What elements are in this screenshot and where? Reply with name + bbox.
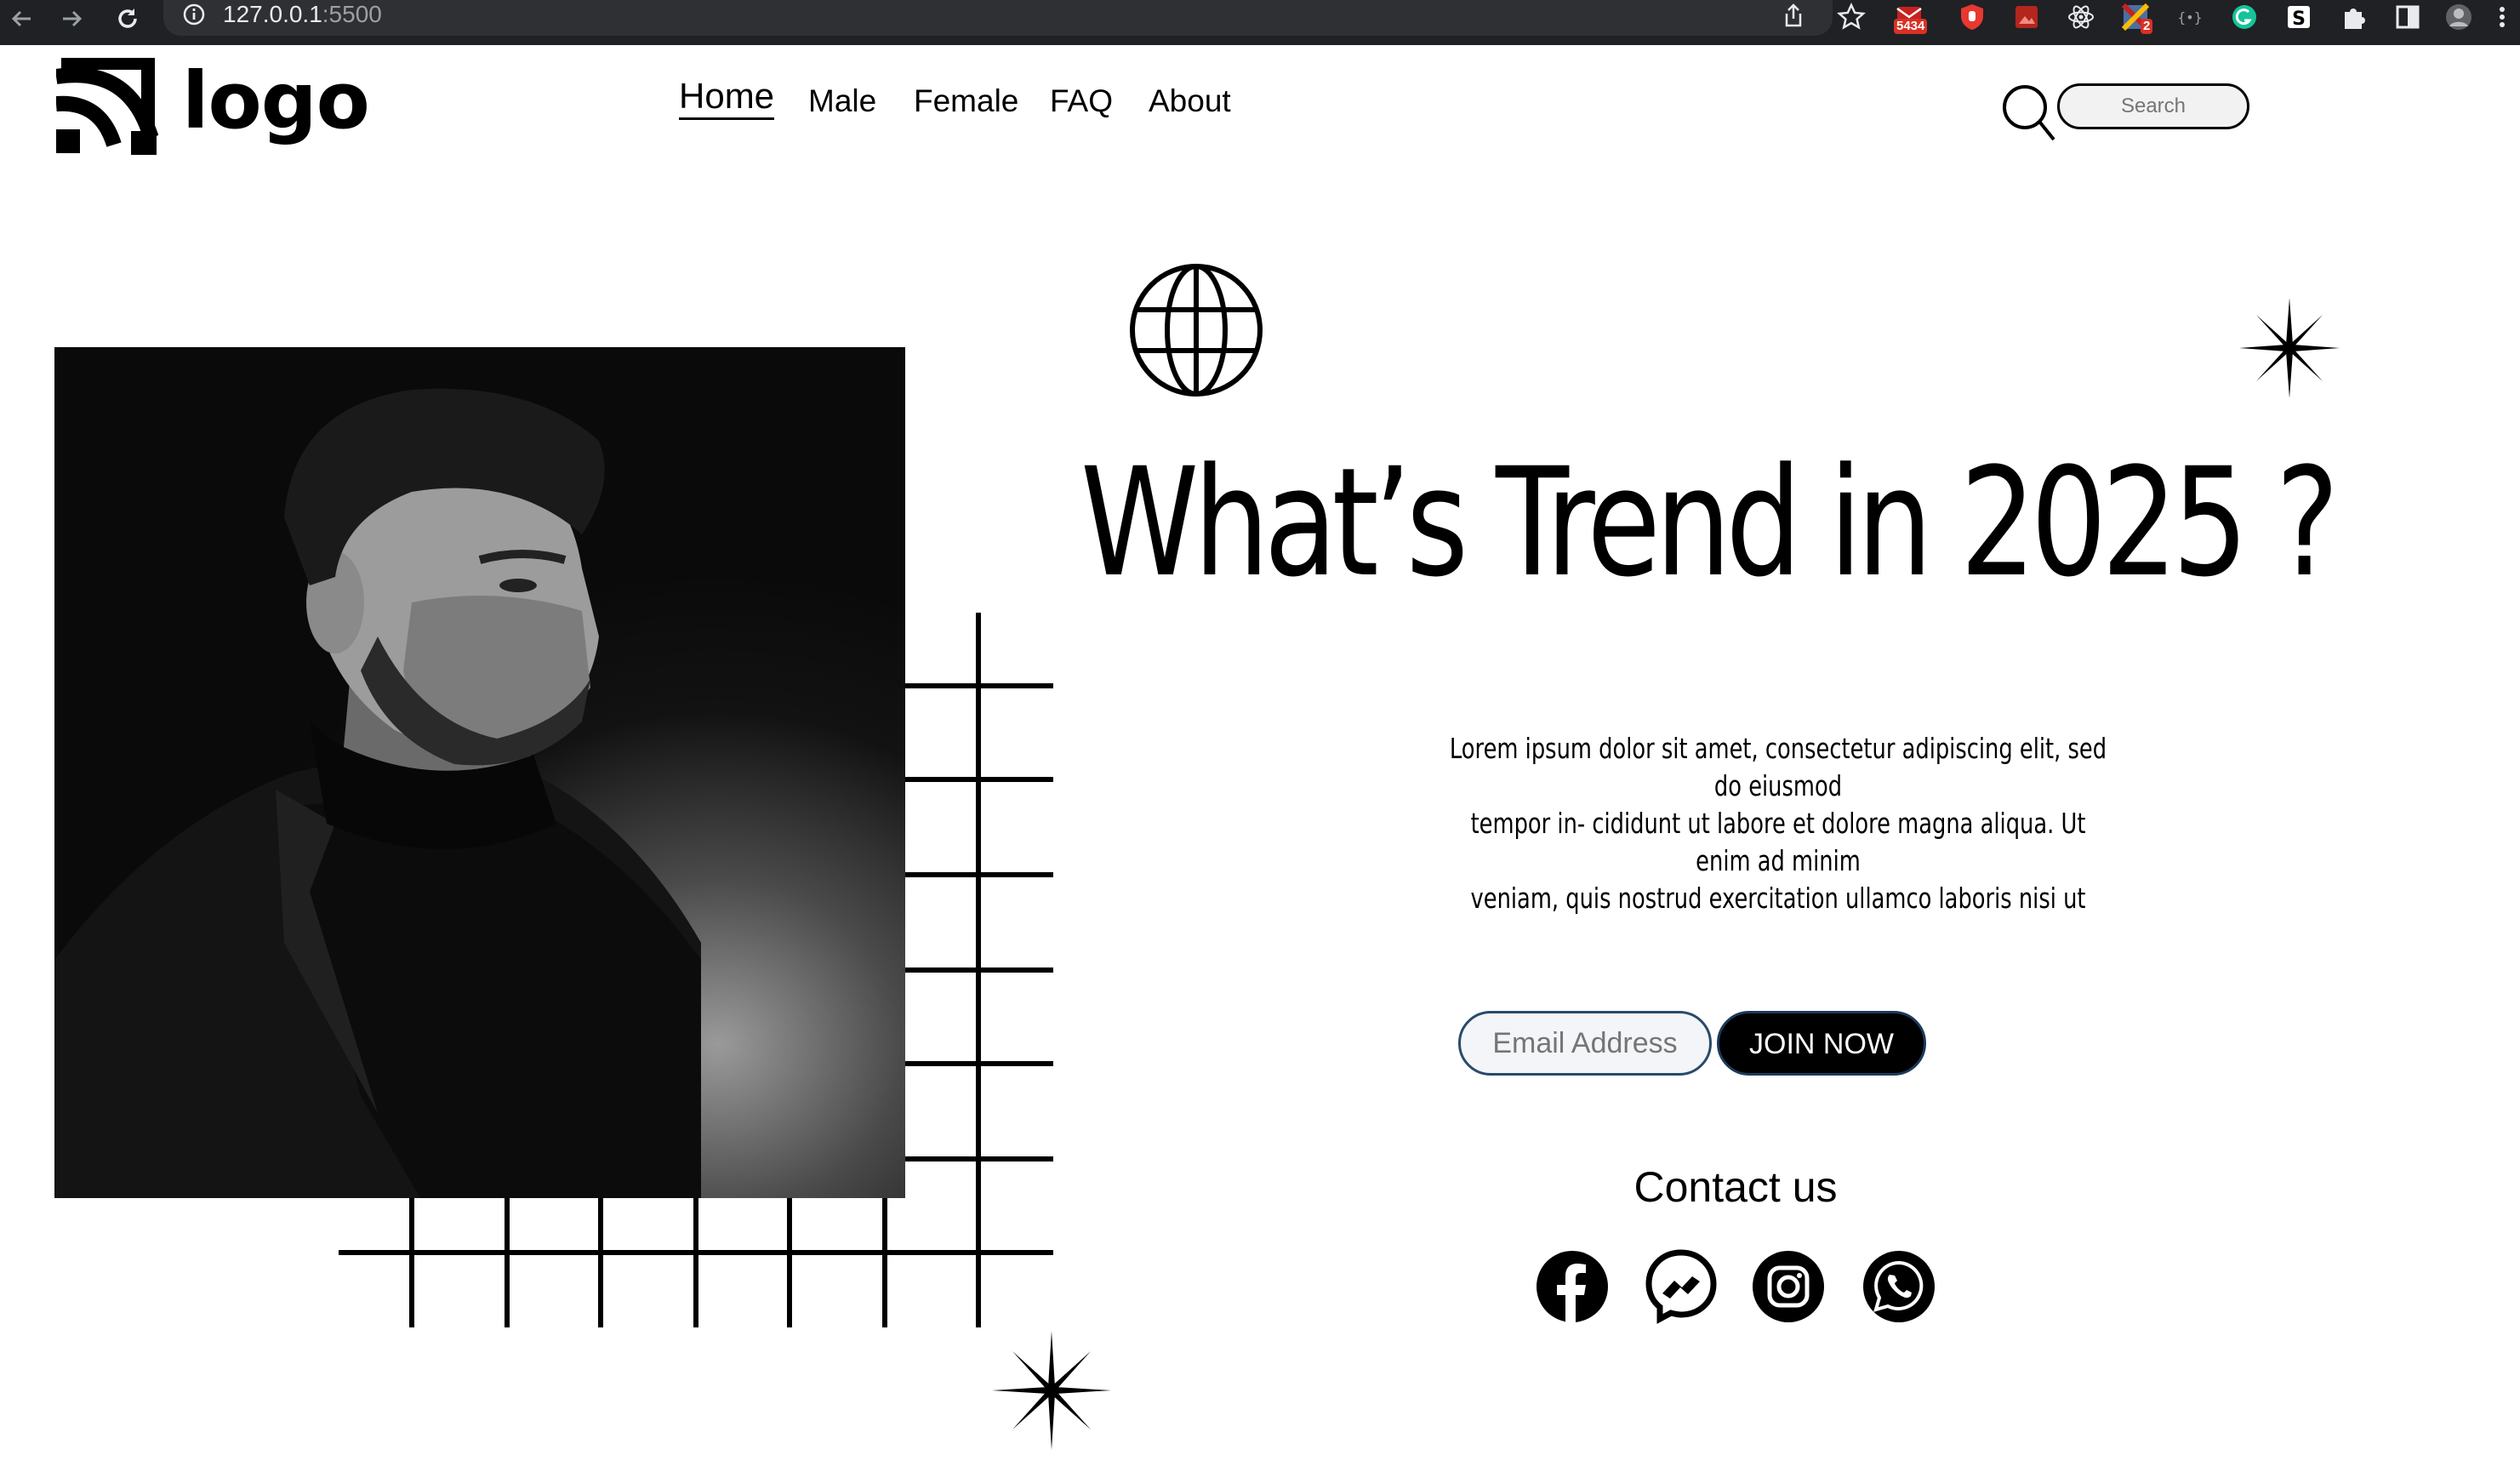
image-extension-icon[interactable] (2011, 2, 2042, 32)
react-devtools-icon[interactable] (2066, 2, 2096, 32)
translate-count-badge: 2 (2141, 19, 2153, 34)
back-icon[interactable] (5, 2, 39, 36)
description-line: tempor in- cididunt ut labore et dolore … (1470, 807, 2086, 877)
logo-mark-icon[interactable] (56, 56, 158, 157)
messenger-icon[interactable] (1644, 1249, 1719, 1324)
hero-description: Lorem ipsum dolor sit amet, consectetur … (1446, 730, 2110, 917)
browser-menu-icon[interactable] (2489, 2, 2515, 32)
site-info-icon[interactable] (182, 3, 206, 26)
search-icon[interactable] (2001, 82, 2055, 143)
extensions-puzzle-icon[interactable] (2338, 2, 2369, 32)
svg-text:S: S (2292, 9, 2306, 30)
braces-extension-icon[interactable]: {•} (2175, 2, 2205, 32)
search-input[interactable] (2057, 83, 2249, 129)
url-port: :5500 (322, 1, 382, 27)
s-extension-icon[interactable]: S (2283, 2, 2314, 32)
instagram-icon[interactable] (1751, 1249, 1826, 1324)
forward-icon[interactable] (54, 2, 88, 36)
side-panel-icon[interactable] (2392, 2, 2423, 32)
description-line: Lorem ipsum dolor sit amet, consectetur … (1449, 732, 2107, 802)
hero-headline: What’s Trend in 2025 ? (1080, 436, 2339, 610)
nav-male-link[interactable]: Male (808, 78, 876, 124)
description-line: veniam, quis nostrud exercitation ullamc… (1470, 882, 2086, 915)
logo-text[interactable]: logo (182, 54, 370, 148)
address-url: 127.0.0.1:5500 (223, 0, 382, 29)
svg-text:{•}: {•} (2178, 9, 2203, 26)
url-host: 127.0.0.1 (223, 1, 322, 27)
bookmark-star-icon[interactable] (1836, 2, 1867, 32)
nav-about-link[interactable]: About (1149, 78, 1231, 124)
model-photo (54, 347, 905, 1198)
nav-faq-link[interactable]: FAQ (1050, 78, 1113, 124)
nav-female-link[interactable]: Female (914, 78, 1018, 124)
globe-icon (1130, 264, 1263, 397)
join-now-button[interactable]: JOIN NOW (1717, 1011, 1926, 1076)
whatsapp-icon[interactable] (1861, 1249, 1936, 1324)
address-bar[interactable]: 127.0.0.1:5500 (163, 0, 1833, 36)
model-portrait-illustration (54, 388, 701, 1198)
profile-avatar-icon[interactable] (2443, 2, 2474, 32)
sparkle-top-icon (2239, 298, 2340, 398)
share-icon[interactable] (1780, 2, 1807, 29)
adblock-extension-icon[interactable] (1957, 2, 1987, 32)
nav-home-link[interactable]: Home (679, 75, 775, 120)
reload-icon[interactable] (111, 2, 145, 36)
facebook-icon[interactable] (1535, 1249, 1610, 1324)
email-field[interactable] (1458, 1011, 1712, 1076)
grammarly-icon[interactable] (2229, 2, 2260, 32)
gmail-count-badge: 5434 (1894, 19, 1928, 34)
sparkle-bottom-icon (992, 1331, 1111, 1450)
browser-toolbar: 127.0.0.1:5500 5434 2 {•} S (0, 0, 2520, 45)
contact-us-heading: Contact us (1633, 1163, 1838, 1211)
